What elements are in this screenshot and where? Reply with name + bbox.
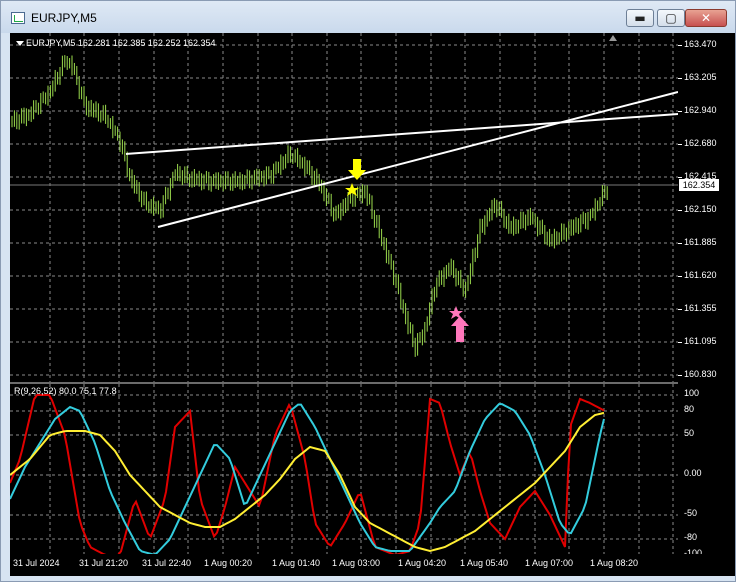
indicator-chart-svg[interactable]: [10, 384, 678, 554]
time-tick-label: 1 Aug 03:00: [332, 558, 381, 568]
indicator-series-cyan: [10, 403, 605, 554]
time-axis[interactable]: 31 Jul 2024 31 Jul 21:20 31 Jul 22:40 1 Aug…: [10, 554, 678, 576]
symbol-header: EURJPY,M5 162.281 162.385 162.252 162.35…: [26, 38, 216, 48]
close-icon: ✕: [700, 11, 712, 25]
app-icon: [11, 12, 25, 24]
price-tick-label: 161.095: [684, 336, 717, 346]
pin-icon[interactable]: [609, 35, 617, 41]
price-tick-mark: [678, 309, 682, 310]
price-tick-mark: [678, 375, 682, 376]
maximize-button[interactable]: ▢: [657, 9, 685, 27]
indicator-tick-label: 0.00: [684, 468, 702, 478]
price-tick-label: 162.940: [684, 105, 717, 115]
trendline-upper: [125, 113, 678, 155]
indicator-tick-label: 50: [684, 428, 695, 438]
indicator-chart[interactable]: R(9,26,52) 80.0 75.1 77.8: [10, 382, 678, 554]
price-tick-label: 161.885: [684, 237, 717, 247]
axis-corner: [678, 554, 735, 576]
time-tick-label: 31 Jul 22:40: [142, 558, 192, 568]
indicator-tick-label: 80: [684, 404, 695, 414]
price-tick-mark: [678, 342, 682, 343]
price-tick-label: 161.355: [684, 303, 717, 313]
price-tick-mark: [678, 144, 682, 145]
indicator-series-yellow: [10, 411, 605, 553]
price-tick-mark: [678, 177, 682, 178]
price-tick-label: 162.415: [684, 171, 717, 181]
time-tick-label: 1 Aug 01:40: [272, 558, 321, 568]
price-scale[interactable]: 162.354 163.470 163.205 162.940 162.680 162.…: [678, 33, 735, 382]
price-chart-svg[interactable]: [10, 33, 678, 382]
price-chart[interactable]: EURJPY,M5 162.281 162.385 162.252 162.35…: [10, 33, 678, 382]
price-tick-label: 163.205: [684, 72, 717, 82]
indicator-tick-label: -50: [684, 508, 698, 518]
price-tick-label: 161.620: [684, 270, 717, 280]
price-tick-label: 162.150: [684, 204, 717, 214]
window-title: EURJPY,M5: [31, 11, 97, 25]
minimize-icon: ▬: [634, 11, 646, 25]
up-arrow-icon: [451, 316, 469, 342]
price-tick-label: 162.680: [684, 138, 717, 148]
price-tick-mark: [678, 243, 682, 244]
indicator-header: R(9,26,52) 80.0 75.1 77.8: [14, 386, 117, 396]
chart-window: EURJPY,M5 ▬ ▢ ✕ EURJPY,M5 162.281 162.38…: [0, 0, 736, 582]
collapse-triangle-icon[interactable]: [16, 41, 24, 46]
price-tick-mark: [678, 111, 682, 112]
close-button[interactable]: ✕: [685, 9, 727, 27]
price-tick-mark: [678, 78, 682, 79]
price-tick-label: 163.470: [684, 39, 717, 49]
indicator-scale[interactable]: 100 80 50 0.00 -50 -80 -100: [678, 382, 735, 558]
price-tick-label: 160.830: [684, 369, 717, 379]
time-tick-label: 31 Jul 2024: [13, 558, 60, 568]
time-tick-label: 31 Jul 21:20: [79, 558, 129, 568]
price-tick-mark: [678, 276, 682, 277]
indicator-tick-label: -80: [684, 532, 698, 542]
price-tick-mark: [678, 45, 682, 46]
minimize-button[interactable]: ▬: [626, 9, 654, 27]
maximize-icon: ▢: [665, 11, 677, 25]
time-tick-label: 1 Aug 08:20: [590, 558, 639, 568]
time-tick-label: 1 Aug 00:20: [204, 558, 253, 568]
price-tick-mark: [678, 210, 682, 211]
title-bar[interactable]: EURJPY,M5 ▬ ▢ ✕: [1, 1, 735, 33]
indicator-tick-label: 100: [684, 388, 700, 398]
time-tick-label: 1 Aug 05:40: [460, 558, 509, 568]
time-tick-label: 1 Aug 04:20: [398, 558, 447, 568]
time-tick-label: 1 Aug 07:00: [525, 558, 574, 568]
